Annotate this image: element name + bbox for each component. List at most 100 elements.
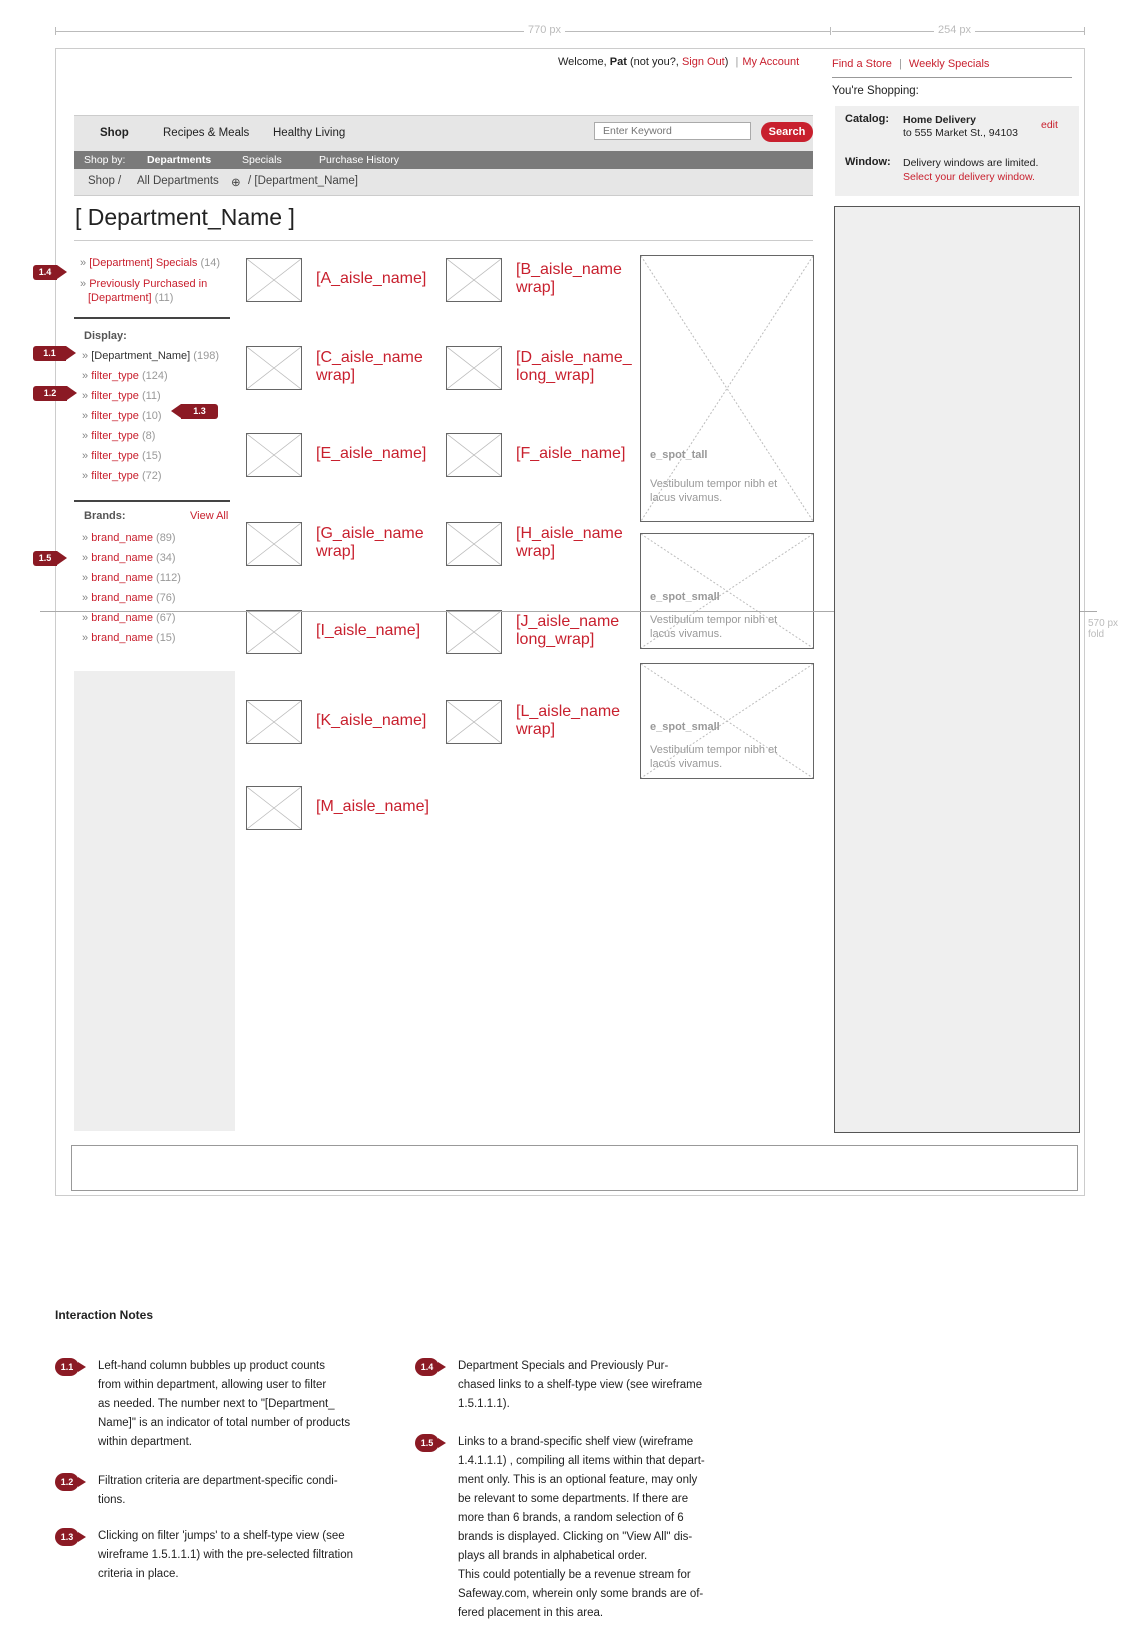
count: (34) (156, 552, 176, 564)
aisle-thumbnail[interactable] (446, 433, 502, 477)
count: (198) (193, 350, 219, 362)
expand-plus-icon[interactable]: ⊕ (231, 175, 241, 189)
nav-recipes-meals[interactable]: Recipes & Meals (163, 127, 249, 139)
e-spot-body: Vestibulum tempor nibh et lacus vivamus. (650, 614, 778, 640)
brand-link[interactable]: » brand_name (34) (82, 552, 176, 564)
aisle-thumbnail[interactable] (246, 522, 302, 566)
placeholder-x-icon (247, 787, 301, 829)
aisle-name-link[interactable]: [A_aisle_name] (316, 270, 438, 288)
brand-label: brand_name (91, 632, 153, 644)
aisle-thumbnail[interactable] (446, 346, 502, 390)
display-item-filter[interactable]: » filter_type (72) (82, 470, 162, 482)
dept-specials-link[interactable]: » [Department] Specials (14) (80, 257, 220, 269)
ruler-tick (830, 27, 831, 35)
subnav-specials[interactable]: Specials (242, 154, 282, 166)
right-rail-ad-placeholder (834, 206, 1080, 1133)
aisle-thumbnail[interactable] (246, 433, 302, 477)
callout-1-4: 1.4 (33, 265, 67, 280)
note-number-badge: 1.1 (55, 1358, 86, 1376)
display-item-filter[interactable]: » filter_type (11) (82, 390, 161, 402)
weekly-specials-link[interactable]: Weekly Specials (909, 58, 990, 70)
subnav-departments[interactable]: Departments (147, 154, 211, 166)
breadcrumb-shop[interactable]: Shop / (88, 175, 121, 187)
aisle-name-link[interactable]: [B_aisle_name wrap] (516, 261, 638, 297)
search-button[interactable]: Search (761, 122, 813, 142)
note-text: Clicking on filter 'jumps' to a shelf-ty… (98, 1530, 354, 1580)
callout-1-5: 1.5 (33, 551, 67, 566)
sub-nav: Shop by: Departments Specials Purchase H… (74, 151, 813, 169)
aisle-name-link[interactable]: [M_aisle_name] (316, 798, 438, 816)
aisle-name-link[interactable]: [D_aisle_name_ long_wrap] (516, 349, 638, 385)
note-text: Filtration criteria are department-speci… (98, 1475, 338, 1506)
view-all-brands-link[interactable]: View All (190, 510, 228, 522)
brands-label: Brands: (84, 510, 126, 522)
display-item-filter[interactable]: » filter_type (124) (82, 370, 168, 382)
main-nav: Shop Recipes & Meals Healthy Living Sear… (74, 115, 813, 151)
aisle-name-link[interactable]: [F_aisle_name] (516, 445, 638, 463)
aisle-thumbnail[interactable] (246, 258, 302, 302)
window-label: Window: (845, 156, 891, 168)
count: (89) (156, 532, 176, 544)
aisle-thumbnail[interactable] (446, 700, 502, 744)
brand-link[interactable]: » brand_name (112) (82, 572, 181, 584)
e-spot-small[interactable]: e_spot_small Vestibulum tempor nibh et l… (640, 663, 814, 779)
placeholder-x-icon (247, 701, 301, 743)
count: (14) (200, 257, 221, 269)
display-item-filter[interactable]: » filter_type (8) (82, 430, 155, 442)
catalog-value: Home Delivery (903, 114, 976, 126)
search-input[interactable] (594, 122, 751, 140)
select-window-link[interactable]: Select your delivery window. (903, 171, 1035, 184)
placeholder-x-icon (447, 611, 501, 653)
brand-link[interactable]: » brand_name (15) (82, 632, 176, 644)
aisle-name-link[interactable]: [J_aisle_name long_wrap] (516, 613, 638, 649)
e-spot-small[interactable]: e_spot_small Vestibulum tempor nibh et l… (640, 533, 814, 649)
count: (76) (156, 592, 176, 604)
welcome-bar: Welcome, Pat (not you?, Sign Out) | My Ac… (558, 56, 799, 68)
aisle-thumbnail[interactable] (446, 258, 502, 302)
placeholder-x-icon (447, 434, 501, 476)
brand-label: brand_name (91, 592, 153, 604)
aisle-thumbnail[interactable] (246, 346, 302, 390)
aisle-name-link[interactable]: [K_aisle_name] (316, 712, 438, 730)
aisle-thumbnail[interactable] (446, 522, 502, 566)
edit-link[interactable]: edit (1041, 119, 1058, 132)
aisle-name-link[interactable]: [C_aisle_name wrap] (316, 349, 438, 385)
display-item-label: [Department_Name] (91, 350, 191, 362)
brand-label: brand_name (91, 532, 153, 544)
subnav-purchase-history[interactable]: Purchase History (319, 154, 399, 166)
catalog-address: to 555 Market St., 94103 (903, 127, 1018, 139)
display-label: Display: (84, 330, 127, 342)
my-account-link[interactable]: My Account (742, 56, 799, 68)
display-item-department[interactable]: » [Department_Name] (198) (82, 350, 219, 362)
brand-link[interactable]: » brand_name (67) (82, 612, 176, 624)
display-item-filter[interactable]: » filter_type (10) (82, 410, 162, 422)
aisle-name-link[interactable]: [I_aisle_name] (316, 622, 438, 640)
aisle-thumbnail[interactable] (246, 786, 302, 830)
aisle-name-link[interactable]: [G_aisle_name wrap] (316, 525, 438, 561)
aisle-thumbnail[interactable] (246, 610, 302, 654)
aisle-name-link[interactable]: [H_aisle_name wrap] (516, 525, 638, 561)
e-spot-body: Vestibulum tempor nibh et lacus vivamus. (650, 478, 778, 504)
nav-healthy-living[interactable]: Healthy Living (273, 127, 345, 139)
prev-purchased-link[interactable]: » Previously Purchased in [Department] (1… (80, 277, 207, 305)
aisle-name-link[interactable]: [L_aisle_name wrap] (516, 703, 638, 739)
aisle-thumbnail[interactable] (446, 610, 502, 654)
e-spot-tall[interactable]: e_spot_tall Vestibulum tempor nibh et la… (640, 255, 814, 522)
display-item-filter[interactable]: » filter_type (15) (82, 450, 162, 462)
rail-width-label: 254 px (934, 24, 976, 36)
display-item-label: filter_type (91, 430, 139, 442)
callout-1-1: 1.1 (33, 346, 76, 361)
aisle-name-link[interactable]: [E_aisle_name] (316, 445, 438, 463)
brand-link[interactable]: » brand_name (76) (82, 592, 176, 604)
sign-out-link[interactable]: Sign Out (682, 56, 725, 68)
nav-shop[interactable]: Shop (100, 127, 129, 139)
e-spot-body: Vestibulum tempor nibh et lacus vivamus. (650, 744, 778, 770)
brand-label: brand_name (91, 572, 153, 584)
find-store-link[interactable]: Find a Store (832, 58, 892, 70)
note-number-badge: 1.5 (415, 1434, 446, 1452)
separator: | (898, 58, 902, 70)
brand-link[interactable]: » brand_name (89) (82, 532, 176, 544)
breadcrumb-all-departments[interactable]: All Departments (137, 175, 219, 187)
aisle-thumbnail[interactable] (246, 700, 302, 744)
note-text: Links to a brand-specific shelf view (wi… (458, 1436, 705, 1619)
